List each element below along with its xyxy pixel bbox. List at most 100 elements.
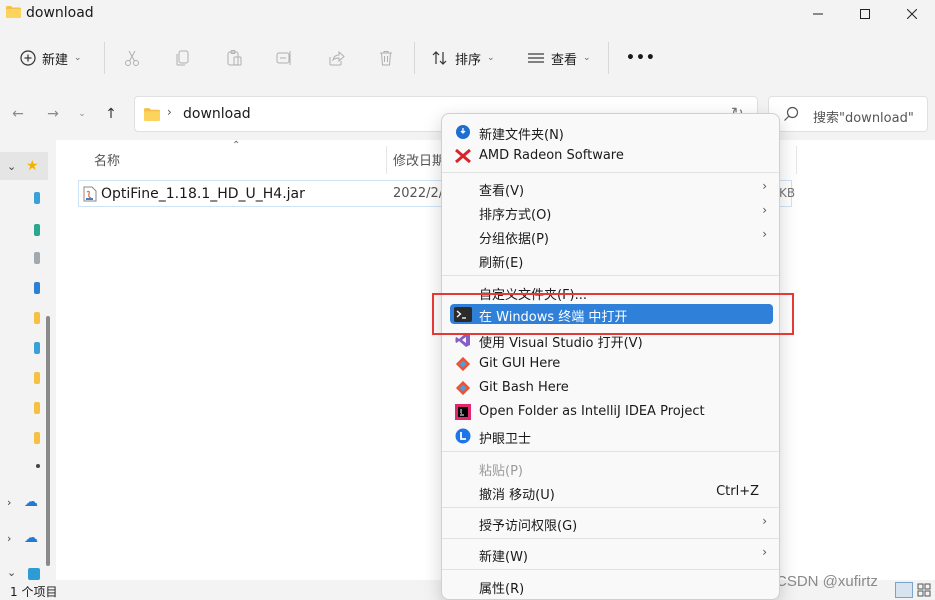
title-bar: download <box>0 0 935 28</box>
toolbar-divider <box>608 42 609 74</box>
arrow-up-icon: ↑ <box>105 106 117 122</box>
search-box[interactable]: 搜索"download" <box>768 96 928 132</box>
downloads-icon[interactable] <box>34 224 40 236</box>
menu-item-sort-by[interactable]: 排序方式(O) › <box>446 200 777 224</box>
menu-item-new[interactable]: 新建(W) › <box>446 542 777 566</box>
folder-icon[interactable] <box>36 464 40 468</box>
cut-button[interactable] <box>123 36 141 80</box>
chevron-right-icon[interactable]: › <box>7 532 11 545</box>
rename-button[interactable] <box>276 36 294 80</box>
chevron-right-icon: › <box>762 179 767 193</box>
new-button[interactable]: 新建 ⌄ <box>20 36 82 80</box>
menu-item-label: AMD Radeon Software <box>479 148 624 163</box>
back-button[interactable]: ← <box>6 100 30 128</box>
up-button[interactable]: ↑ <box>99 100 123 128</box>
menu-item-git-bash[interactable]: Git Bash Here <box>446 376 777 400</box>
menu-item-label: 排序方式(O) <box>479 208 552 223</box>
chevron-right-icon[interactable]: › <box>7 496 11 509</box>
folder-icon[interactable] <box>34 372 40 384</box>
chevron-down-icon[interactable]: ⌄ <box>7 566 16 579</box>
chevron-down-icon: ⌄ <box>583 53 591 63</box>
view-button[interactable]: 查看 ⌄ <box>527 36 591 80</box>
close-button[interactable] <box>889 0 935 28</box>
svg-text:IJ: IJ <box>460 409 463 415</box>
column-divider[interactable] <box>386 146 387 174</box>
pictures-icon[interactable] <box>34 282 40 294</box>
folder-icon[interactable] <box>34 432 40 444</box>
menu-item-amd-radeon[interactable]: AMD Radeon Software <box>446 144 777 168</box>
sort-ascending-icon: ⌃ <box>232 140 241 151</box>
menu-item-label: 属性(R) <box>479 582 525 597</box>
minimize-button[interactable] <box>795 0 841 28</box>
delete-button[interactable] <box>377 36 395 80</box>
documents-icon[interactable] <box>34 252 40 264</box>
menu-divider <box>442 275 779 276</box>
menu-item-label: 撤消 移动(U) <box>479 488 555 503</box>
more-options-button[interactable]: ••• <box>626 36 656 80</box>
share-button[interactable] <box>327 36 345 80</box>
view-label: 查看 <box>551 52 578 68</box>
menu-item-eye-guard[interactable]: 护眼卫士 <box>446 424 777 448</box>
menu-divider <box>442 172 779 173</box>
onedrive-icon[interactable]: ☁ <box>24 494 38 510</box>
copy-icon <box>176 50 189 66</box>
menu-item-group-by[interactable]: 分组依据(P) › <box>446 224 777 248</box>
star-icon[interactable]: ★ <box>26 158 39 174</box>
file-size: KB <box>779 186 796 200</box>
column-header-name[interactable]: 名称 <box>94 150 120 169</box>
rename-icon <box>276 51 291 65</box>
file-name: OptiFine_1.18.1_HD_U_H4.jar <box>101 186 305 202</box>
menu-item-label: 授予访问权限(G) <box>479 519 578 534</box>
column-divider[interactable] <box>796 146 797 174</box>
menu-item-label: 新建(W) <box>479 550 528 565</box>
folder-icon[interactable] <box>34 402 40 414</box>
menu-item-undo-move[interactable]: 撤消 移动(U) Ctrl+Z <box>446 480 777 504</box>
maximize-button[interactable] <box>842 0 888 28</box>
copy-button[interactable] <box>174 36 192 80</box>
new-label: 新建 <box>42 52 69 68</box>
toolbar-divider <box>414 42 415 74</box>
menu-item-properties[interactable]: 属性(R) <box>446 574 777 598</box>
paste-button[interactable] <box>225 36 243 80</box>
this-pc-icon[interactable] <box>28 568 40 580</box>
plus-circle-icon <box>20 50 36 66</box>
more-options-icon: ••• <box>626 50 656 66</box>
view-list-icon <box>528 53 544 63</box>
menu-item-label: 护眼卫士 <box>479 432 532 447</box>
menu-item-new-folder[interactable]: 新建文件夹(N) <box>446 120 777 144</box>
trash-icon <box>380 51 392 66</box>
forward-button[interactable]: → <box>41 100 65 128</box>
chevron-right-icon: › <box>762 227 767 241</box>
chevron-right-icon: › <box>762 203 767 217</box>
column-header-modified[interactable]: 修改日期 <box>393 150 445 169</box>
chevron-down-icon: ⌄ <box>74 53 82 63</box>
chevron-down-icon[interactable]: ⌄ <box>7 160 16 173</box>
menu-item-give-access[interactable]: 授予访问权限(G) › <box>446 511 777 535</box>
cloud-icon[interactable]: ☁ <box>24 530 38 546</box>
menu-item-view[interactable]: 查看(V) › <box>446 176 777 200</box>
sort-button[interactable]: 排序 ⌄ <box>431 36 495 80</box>
recent-locations-button[interactable]: ⌄ <box>70 100 94 128</box>
folder-icon <box>144 108 160 121</box>
jar-file-icon <box>83 186 97 202</box>
menu-item-paste: 粘贴(P) <box>446 456 777 480</box>
menu-item-label: 新建文件夹(N) <box>479 128 564 143</box>
menu-item-git-gui[interactable]: Git GUI Here <box>446 352 777 376</box>
folder-icon[interactable] <box>34 342 40 354</box>
menu-item-refresh[interactable]: 刷新(E) <box>446 248 777 272</box>
menu-item-intellij[interactable]: IJ Open Folder as IntelliJ IDEA Project <box>446 400 777 424</box>
chevron-right-icon: › <box>762 545 767 559</box>
desktop-icon[interactable] <box>34 192 40 204</box>
menu-item-shortcut: Ctrl+Z <box>716 484 759 499</box>
folder-icon[interactable] <box>34 312 40 324</box>
breadcrumb-download[interactable]: download <box>183 106 251 122</box>
sidebar-scrollbar[interactable] <box>46 316 50 566</box>
search-placeholder: 搜索"download" <box>813 111 914 126</box>
context-menu: 新建文件夹(N) AMD Radeon Software 查看(V) › 排序方… <box>441 113 780 600</box>
search-icon <box>784 106 799 121</box>
menu-item-label: Open Folder as IntelliJ IDEA Project <box>479 404 705 419</box>
details-view-icon[interactable] <box>895 582 913 598</box>
command-bar: 新建 ⌄ 排序 ⌄ 查看 ⌄ ••• <box>0 36 935 80</box>
tiles-view-icon[interactable] <box>916 582 932 598</box>
chevron-down-icon: ⌄ <box>78 109 86 119</box>
